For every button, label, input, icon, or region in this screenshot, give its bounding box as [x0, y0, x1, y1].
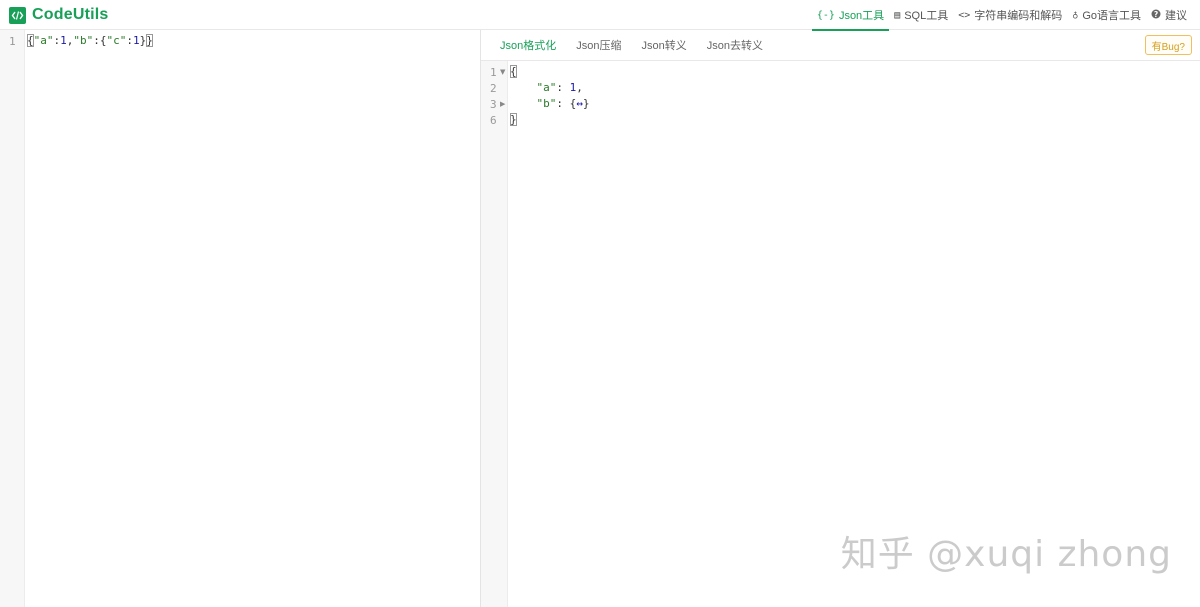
- json-key: "c": [106, 34, 127, 47]
- punctuation: :: [126, 34, 133, 47]
- top-nav: {-} Json工具 ▤ SQL工具 <> 字符串编码和解码 ♁ Go语言工具 …: [811, 0, 1192, 31]
- punctuation: :: [556, 81, 570, 94]
- tab-json-unescape[interactable]: Json去转义: [697, 30, 773, 61]
- json-number: 1: [60, 34, 67, 47]
- watermark: 知乎 @xuqi zhong: [840, 534, 1172, 575]
- tab-json-format[interactable]: Json格式化: [490, 30, 566, 61]
- nav-sql-tools[interactable]: ▤ SQL工具: [889, 0, 953, 30]
- help-circle-icon: ?: [1151, 9, 1161, 22]
- nav-label: SQL工具: [904, 10, 949, 22]
- app-title: CodeUtils: [32, 6, 109, 23]
- tab-json-compress[interactable]: Json压缩: [566, 30, 631, 61]
- json-key: "a": [33, 34, 54, 47]
- bracket: {: [99, 34, 107, 47]
- punctuation: ,: [576, 81, 583, 94]
- line-number: 2: [490, 82, 497, 95]
- input-editor[interactable]: 1 {"a":1,"b":{"c":1}}: [0, 30, 481, 607]
- json-key: "b": [73, 34, 94, 47]
- punctuation: :: [93, 34, 100, 47]
- fold-closed-icon[interactable]: ▶: [500, 100, 505, 108]
- code-line[interactable]: {"a":1,"b":{"c":1}}: [27, 34, 153, 47]
- json-key: "a": [536, 81, 557, 94]
- bracket: }: [510, 113, 517, 126]
- code-line[interactable]: }: [510, 113, 517, 126]
- nav-go-tools[interactable]: ♁ Go语言工具: [1067, 0, 1146, 30]
- nav-suggestion[interactable]: ? 建议: [1146, 0, 1192, 30]
- bracket: }: [582, 97, 590, 110]
- bracket: }: [146, 34, 153, 47]
- line-number: 1: [490, 66, 497, 79]
- output-panel: Json格式化 Json压缩 Json转义 Json去转义 有Bug? 1 ▼ …: [481, 30, 1200, 607]
- nav-label: 建议: [1165, 10, 1187, 22]
- line-number: 6: [490, 114, 497, 127]
- go-gopher-icon: ♁: [1072, 9, 1079, 21]
- json-key: "b": [536, 97, 557, 110]
- code-line[interactable]: "a": 1,: [510, 81, 583, 94]
- nav-json-tools[interactable]: {-} Json工具: [811, 0, 890, 31]
- nav-string-encode[interactable]: <> 字符串编码和解码: [953, 0, 1067, 30]
- code-line[interactable]: "b": {↔}: [510, 97, 590, 110]
- line-number-gutter: 1: [0, 30, 25, 607]
- code-brackets-icon: <>: [958, 9, 971, 21]
- collapsed-fold-marker[interactable]: ↔: [576, 97, 583, 110]
- json-number: 1: [133, 34, 140, 47]
- code-line[interactable]: {: [510, 65, 517, 78]
- nav-label: Go语言工具: [1082, 10, 1141, 22]
- top-header: CodeUtils {-} Json工具 ▤ SQL工具 <> 字符串编码和解码…: [0, 0, 1200, 31]
- app-logo[interactable]: CodeUtils: [9, 4, 108, 26]
- svg-text:?: ?: [1154, 9, 1158, 18]
- punctuation: :: [556, 97, 570, 110]
- json-braces-icon: {-}: [816, 9, 835, 21]
- bracket: {: [510, 65, 517, 78]
- report-bug-button[interactable]: 有Bug?: [1144, 35, 1192, 55]
- database-icon: ▤: [894, 9, 901, 21]
- line-number: 3: [490, 98, 497, 111]
- tab-json-escape[interactable]: Json转义: [632, 30, 697, 61]
- bracket: {: [27, 34, 34, 47]
- line-number-gutter: 1 ▼ 2 3 ▶ 6: [481, 61, 508, 607]
- nav-label: 字符串编码和解码: [974, 10, 1063, 22]
- line-number: 1: [9, 35, 16, 48]
- bracket: }: [139, 34, 147, 47]
- tool-tabs: Json格式化 Json压缩 Json转义 Json去转义 有Bug?: [481, 30, 1200, 61]
- nav-label: Json工具: [838, 10, 885, 22]
- fold-open-icon[interactable]: ▼: [500, 68, 505, 76]
- code-icon: [9, 6, 26, 24]
